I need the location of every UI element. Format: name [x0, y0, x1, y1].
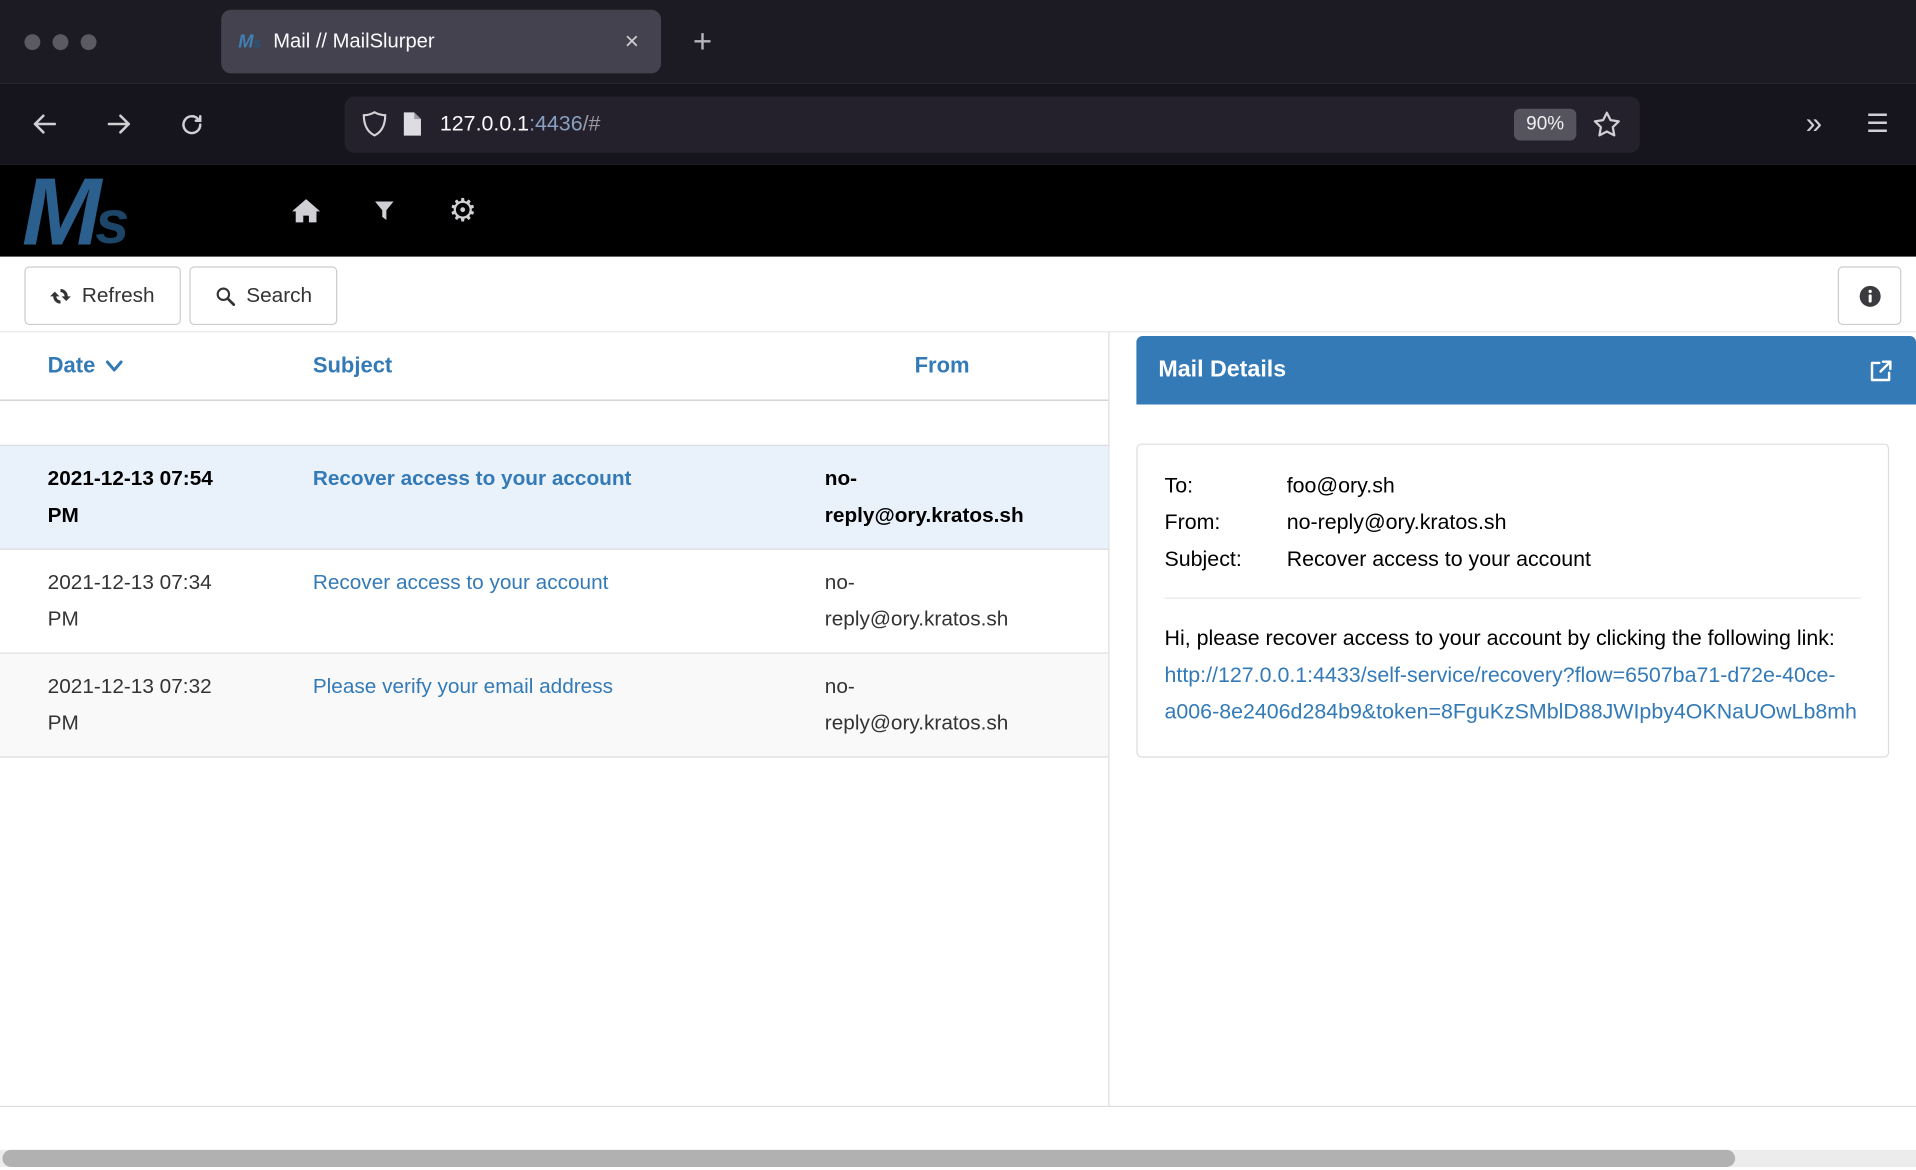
detail-label: From: [1165, 503, 1287, 540]
window-close-dot-icon[interactable] [24, 34, 40, 50]
new-tab-button[interactable]: + [693, 25, 712, 58]
column-header-subject[interactable]: Subject [265, 353, 825, 379]
main-content: Date Subject From 2021-12-13 07:54 PM Re… [0, 332, 1916, 1107]
refresh-button-label: Refresh [82, 283, 155, 307]
search-button-label: Search [246, 283, 312, 307]
forward-icon[interactable] [104, 109, 135, 140]
column-header-date[interactable]: Date [48, 353, 266, 379]
home-icon[interactable] [292, 199, 320, 223]
tab-close-icon[interactable]: × [620, 27, 644, 56]
mail-date: 2021-12-13 07:34 PM [48, 565, 266, 638]
mail-row[interactable]: 2021-12-13 07:32 PM Please verify your e… [0, 654, 1108, 758]
search-icon [214, 285, 235, 306]
sort-chevron-down-icon [105, 359, 123, 374]
detail-value: no-reply@ory.kratos.sh [1287, 503, 1861, 540]
mail-date: 2021-12-13 07:32 PM [48, 668, 266, 741]
browser-navbar: 127.0.0.1:4436/# 90% » ☰ [0, 83, 1916, 165]
page-footer [0, 1107, 1916, 1169]
window-controls[interactable] [24, 34, 96, 50]
url-bar[interactable]: 127.0.0.1:4436/# 90% [345, 96, 1640, 152]
mail-details-panel: Mail Details To: foo@ory.sh From: no-rep… [1110, 332, 1916, 1105]
mailslurper-favicon-icon: Ms [238, 31, 261, 52]
hamburger-menu-icon[interactable]: ☰ [1866, 109, 1889, 140]
search-button[interactable]: Search [189, 266, 338, 325]
detail-label: To: [1165, 467, 1287, 504]
mail-list-panel: Date Subject From 2021-12-13 07:54 PM Re… [0, 332, 1110, 1105]
mail-subject-link[interactable]: Please verify your email address [313, 675, 613, 698]
filter-icon[interactable] [374, 200, 395, 221]
mail-from: no-reply@ory.kratos.sh [825, 668, 1108, 741]
window-maximize-dot-icon[interactable] [81, 34, 97, 50]
mail-subject-link[interactable]: Recover access to your account [313, 467, 632, 490]
detail-value: Recover access to your account [1287, 540, 1861, 577]
app-toolbar: Refresh Search [0, 257, 1916, 333]
info-button[interactable] [1838, 266, 1902, 325]
bookmark-star-icon[interactable] [1591, 108, 1623, 140]
mail-details-header: Mail Details [1136, 336, 1916, 404]
details-divider [1165, 598, 1862, 599]
scrollbar-thumb[interactable] [2, 1150, 1735, 1167]
column-header-from[interactable]: From [825, 353, 1108, 379]
horizontal-scrollbar[interactable] [0, 1150, 1916, 1167]
mail-body: Hi, please recover access to your accoun… [1165, 620, 1862, 730]
mail-subject-link[interactable]: Recover access to your account [313, 571, 609, 594]
mail-from: no-reply@ory.kratos.sh [825, 565, 1108, 638]
mail-body-text: Hi, please recover access to your accoun… [1165, 626, 1835, 650]
mail-list-header-row: Date Subject From [0, 332, 1108, 400]
url-text[interactable]: 127.0.0.1:4436/# [440, 111, 601, 137]
app-header: Ms ⚙ [0, 165, 1916, 257]
mail-details-card: To: foo@ory.sh From: no-reply@ory.kratos… [1136, 444, 1889, 758]
refresh-button[interactable]: Refresh [24, 266, 180, 325]
detail-value: foo@ory.sh [1287, 467, 1861, 504]
mail-list-rows: 2021-12-13 07:54 PM Recover access to yo… [0, 445, 1108, 758]
detail-field-subject: Subject: Recover access to your account [1165, 540, 1862, 577]
mail-date: 2021-12-13 07:54 PM [48, 461, 266, 534]
mail-row[interactable]: 2021-12-13 07:54 PM Recover access to yo… [0, 445, 1108, 550]
overflow-menu-icon[interactable]: » [1806, 107, 1822, 141]
browser-tab-strip: Ms Mail // MailSlurper × + [0, 0, 1916, 83]
mail-row[interactable]: 2021-12-13 07:34 PM Recover access to yo… [0, 550, 1108, 654]
browser-tab[interactable]: Ms Mail // MailSlurper × [221, 10, 661, 74]
mail-from: no-reply@ory.kratos.sh [825, 461, 1108, 534]
mail-details-title: Mail Details [1158, 357, 1286, 384]
shield-icon[interactable] [362, 110, 388, 138]
refresh-icon [50, 285, 71, 306]
info-icon [1857, 283, 1883, 309]
reload-icon[interactable] [178, 111, 205, 138]
detail-field-to: To: foo@ory.sh [1165, 467, 1862, 504]
back-icon[interactable] [29, 109, 60, 140]
page-info-icon[interactable] [402, 111, 423, 137]
window-minimize-dot-icon[interactable] [53, 34, 69, 50]
detail-field-from: From: no-reply@ory.kratos.sh [1165, 503, 1862, 540]
open-external-icon[interactable] [1868, 357, 1894, 383]
recovery-link[interactable]: http://127.0.0.1:4433/self-service/recov… [1165, 662, 1857, 723]
settings-gear-icon[interactable]: ⚙ [448, 195, 476, 227]
zoom-level-badge[interactable]: 90% [1514, 108, 1576, 140]
browser-window: Ms Mail // MailSlurper × + 127.0.0.1:443… [0, 0, 1916, 1169]
tab-title: Mail // MailSlurper [273, 30, 620, 53]
mailslurper-logo: Ms [22, 165, 224, 257]
detail-label: Subject: [1165, 540, 1287, 577]
